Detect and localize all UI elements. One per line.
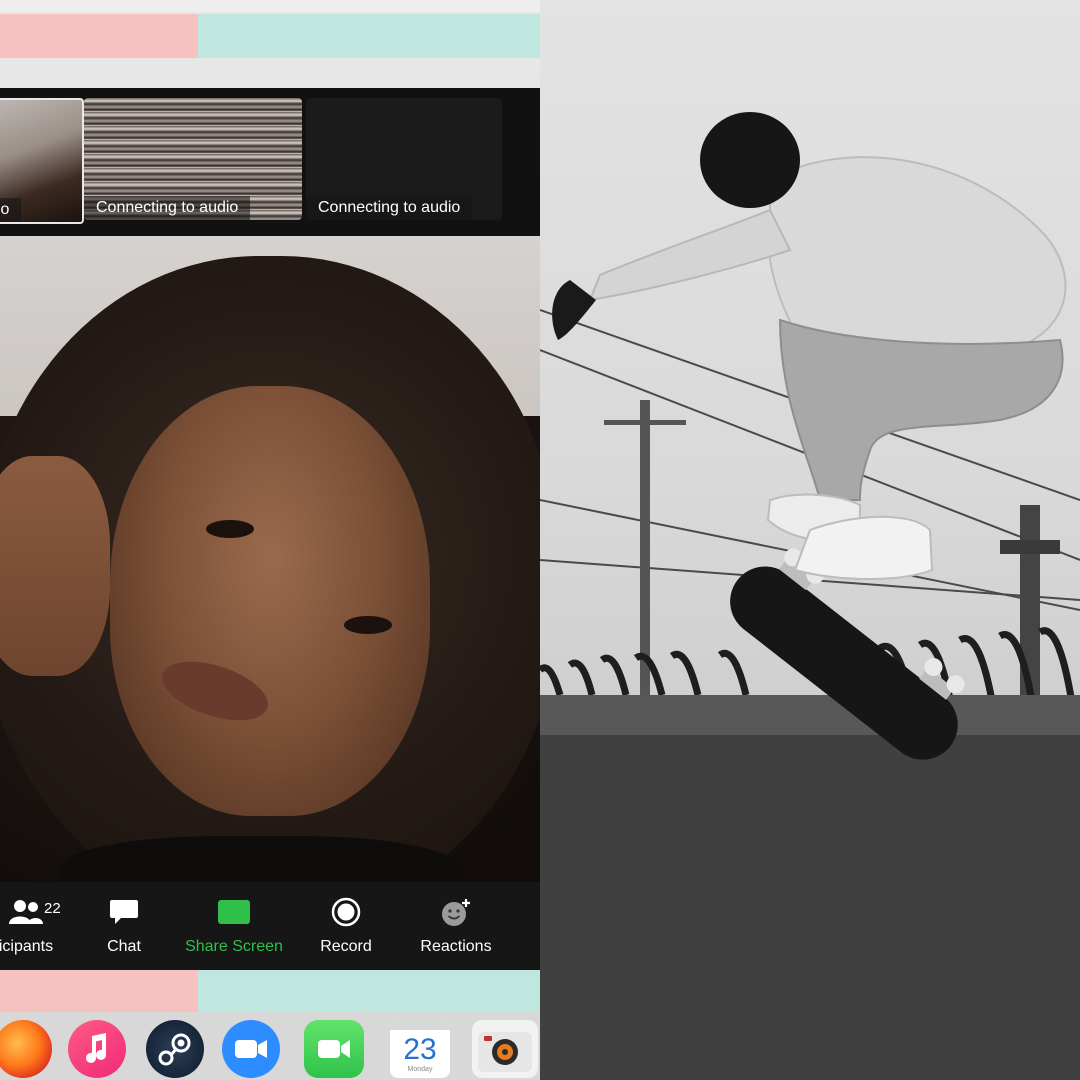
desktop-background-bottom [0, 970, 540, 1012]
record-button[interactable]: Record [312, 896, 380, 956]
chat-button[interactable]: Chat [94, 896, 154, 956]
thumbnail-caption: Connecting to audio [306, 196, 473, 220]
record-label: Record [320, 938, 372, 955]
record-icon [331, 897, 361, 927]
reactions-button[interactable]: Reactions [414, 896, 498, 956]
zoom-icon[interactable] [222, 1020, 280, 1078]
reactions-label: Reactions [420, 938, 492, 955]
share-screen-label: Share Screen [185, 938, 283, 955]
thumbnail-caption: dio [0, 198, 22, 222]
participant-thumbnail[interactable]: dio [0, 98, 84, 224]
calendar-weekday: Monday [407, 1066, 433, 1073]
firefox-icon[interactable] [0, 1020, 52, 1078]
photo-booth-icon[interactable] [472, 1020, 538, 1078]
dock: 23 Monday [0, 1012, 540, 1080]
chat-label: Chat [107, 938, 141, 955]
reactions-icon [442, 899, 470, 926]
calendar-icon[interactable]: 23 Monday [390, 1020, 450, 1078]
chat-icon [110, 900, 138, 924]
steam-icon[interactable] [146, 1020, 204, 1078]
participants-button[interactable]: 22 icipants [0, 896, 86, 956]
participant-count: 22 [44, 900, 61, 917]
video-call-panel: dio Connecting to audio Connecting to au… [0, 0, 540, 1080]
desktop-background-top [0, 0, 540, 88]
thumbnail-caption: Connecting to audio [84, 196, 251, 220]
skateboarder-photo [540, 0, 1080, 1080]
participant-thumbnail[interactable]: Connecting to audio [306, 98, 502, 220]
participants-icon [9, 900, 43, 924]
participants-label: icipants [0, 938, 54, 955]
facetime-icon[interactable] [304, 1020, 364, 1078]
active-speaker-video [0, 236, 540, 882]
share-screen-button[interactable]: Share Screen [178, 896, 290, 956]
participant-thumbnail-strip: dio Connecting to audio Connecting to au… [0, 88, 540, 236]
music-icon[interactable] [68, 1020, 126, 1078]
share-screen-icon [218, 900, 250, 924]
meeting-toolbar: 22 icipants Chat Share Screen Record Rea… [0, 882, 540, 970]
participant-thumbnail[interactable]: Connecting to audio [84, 98, 302, 220]
calendar-day: 23 [403, 1033, 437, 1066]
